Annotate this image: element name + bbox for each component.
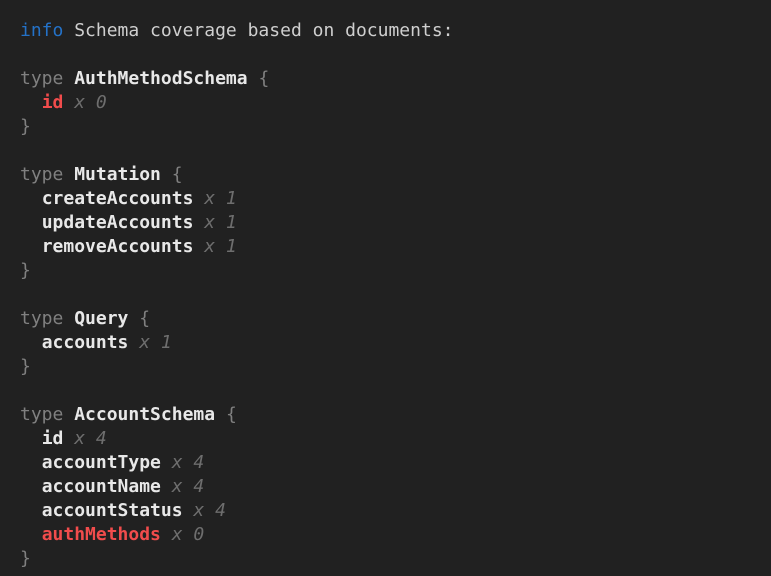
blank-line — [20, 379, 761, 403]
coverage-header-line: info Schema coverage based on documents: — [20, 19, 761, 43]
field-name: accountName — [42, 476, 161, 497]
field-name: updateAccounts — [42, 212, 194, 233]
blank-line — [20, 283, 761, 307]
blank-line — [20, 139, 761, 163]
open-brace-token: { — [172, 164, 183, 185]
field-line: accountStatus x 4 — [20, 499, 761, 523]
field-line: id x 0 — [20, 91, 761, 115]
field-usage-count: x 1 — [204, 236, 237, 257]
field-line: authMethods x 0 — [20, 523, 761, 547]
close-brace-token: } — [20, 116, 31, 137]
type-keyword: type — [20, 308, 63, 329]
field-name: createAccounts — [42, 188, 194, 209]
field-name: accounts — [42, 332, 129, 353]
field-line: createAccounts x 1 — [20, 187, 761, 211]
type-declaration-line: type Query { — [20, 307, 761, 331]
type-declaration-line: type AccountSchema { — [20, 403, 761, 427]
type-keyword: type — [20, 404, 63, 425]
field-usage-count: x 1 — [139, 332, 172, 353]
blank-line — [20, 43, 761, 67]
type-name: Mutation — [74, 164, 161, 185]
field-name: id — [42, 92, 64, 113]
header-text: Schema coverage based on documents: — [74, 20, 453, 41]
field-name: accountType — [42, 452, 161, 473]
field-usage-count: x 4 — [172, 452, 205, 473]
field-usage-count: x 4 — [74, 428, 107, 449]
type-keyword: type — [20, 68, 63, 89]
field-line: accounts x 1 — [20, 331, 761, 355]
close-brace-line: } — [20, 259, 761, 283]
close-brace-line: } — [20, 115, 761, 139]
type-keyword: type — [20, 164, 63, 185]
close-brace-line: } — [20, 355, 761, 379]
type-declaration-line: type AuthMethodSchema { — [20, 67, 761, 91]
open-brace-token: { — [139, 308, 150, 329]
field-line: accountType x 4 — [20, 451, 761, 475]
field-name: authMethods — [42, 524, 161, 545]
field-line: removeAccounts x 1 — [20, 235, 761, 259]
field-usage-count: x 1 — [204, 212, 237, 233]
field-name: accountStatus — [42, 500, 183, 521]
terminal-output: info Schema coverage based on documents:… — [0, 0, 771, 576]
type-declaration-line: type Mutation { — [20, 163, 761, 187]
type-name: AuthMethodSchema — [74, 68, 247, 89]
close-brace-token: } — [20, 260, 31, 281]
type-name: AccountSchema — [74, 404, 215, 425]
info-badge: info — [20, 20, 63, 41]
field-line: updateAccounts x 1 — [20, 211, 761, 235]
field-line: id x 4 — [20, 427, 761, 451]
field-usage-count: x 0 — [74, 92, 107, 113]
field-name: id — [42, 428, 64, 449]
field-line: accountName x 4 — [20, 475, 761, 499]
close-brace-token: } — [20, 548, 31, 569]
field-usage-count: x 4 — [172, 476, 205, 497]
type-name: Query — [74, 308, 128, 329]
open-brace-token: { — [258, 68, 269, 89]
field-name: removeAccounts — [42, 236, 194, 257]
field-usage-count: x 1 — [204, 188, 237, 209]
field-usage-count: x 0 — [172, 524, 205, 545]
open-brace-token: { — [226, 404, 237, 425]
close-brace-token: } — [20, 356, 31, 377]
close-brace-line: } — [20, 547, 761, 571]
field-usage-count: x 4 — [193, 500, 226, 521]
